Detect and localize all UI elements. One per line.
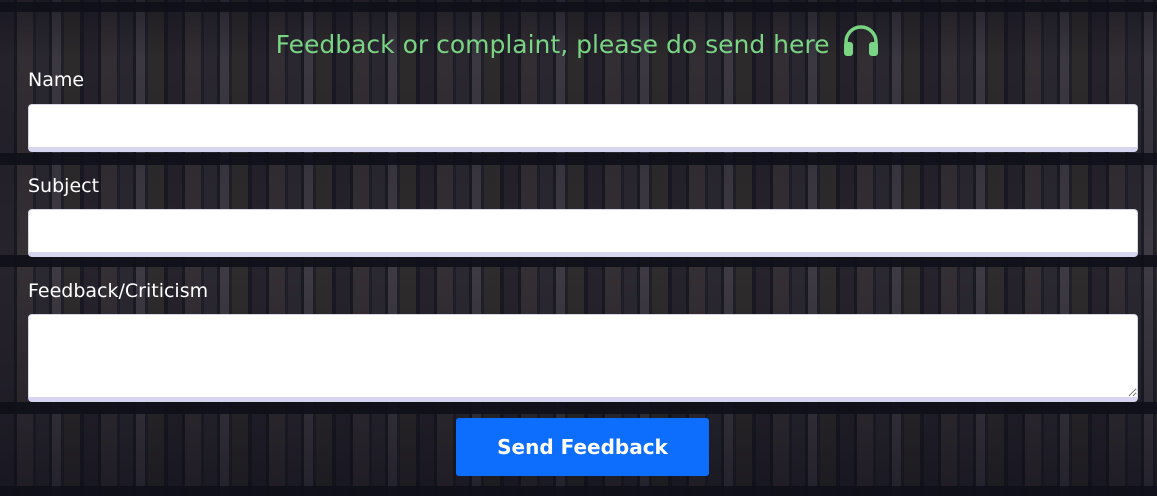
subject-label: Subject [28,175,100,197]
heading-text: Feedback or complaint, please do send he… [275,30,830,59]
headphones-icon [844,25,879,56]
name-label: Name [28,69,85,91]
send-feedback-button[interactable]: Send Feedback [456,418,709,476]
subject-input[interactable] [28,209,1138,257]
feedback-textarea[interactable] [28,314,1138,402]
feedback-form: Feedback or complaint, please do send he… [0,0,1157,496]
page-heading: Feedback or complaint, please do send he… [0,24,1157,62]
feedback-label: Feedback/Criticism [28,280,209,302]
name-input[interactable] [28,104,1138,152]
